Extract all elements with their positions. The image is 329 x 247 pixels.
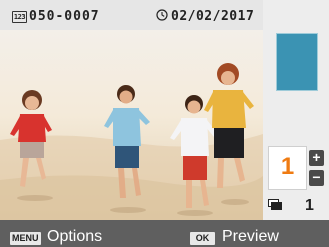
ok-key-badge[interactable]: OK (190, 232, 215, 245)
header-bar: 123 050-0007 02/02/2017 (0, 0, 263, 30)
file-number-icon: 123 (12, 11, 27, 23)
clock-icon (156, 9, 168, 21)
shooting-date: 02/02/2017 (171, 9, 255, 24)
copies-value: 1 (280, 153, 295, 180)
file-number: 050-0007 (29, 9, 100, 24)
menu-key-badge[interactable]: MENU (10, 232, 41, 245)
increase-copies-button[interactable]: + (309, 150, 324, 166)
preview-label[interactable]: Preview (222, 228, 279, 246)
total-prints-count: 1 (305, 197, 314, 214)
layout-thumbnail[interactable] (276, 33, 318, 91)
decrease-copies-button[interactable]: − (309, 170, 324, 186)
options-label[interactable]: Options (47, 228, 102, 246)
print-screen: 123 050-0007 02/02/2017 1 + − 1 MENU Opt… (0, 0, 329, 247)
photo-preview[interactable] (0, 30, 263, 220)
photo-image (0, 30, 263, 220)
stacked-pages-icon (268, 199, 282, 210)
copies-box[interactable]: 1 (268, 146, 307, 190)
